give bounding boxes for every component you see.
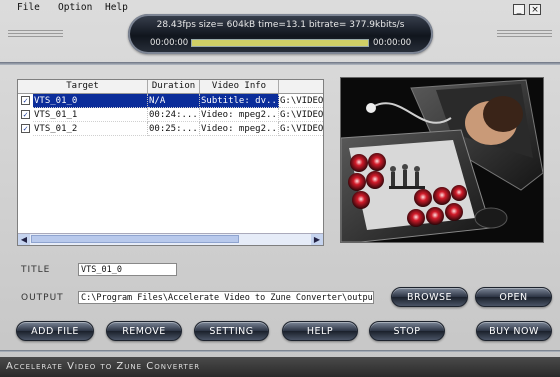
conversion-info-text: 28.43fps size= 604kB time=13.1 bitrate= … <box>156 20 405 30</box>
setting-button[interactable]: SETTING <box>194 321 269 341</box>
progress-bar <box>191 39 369 47</box>
add-file-button[interactable]: ADD FILE <box>16 321 94 341</box>
column-header-path[interactable] <box>279 80 323 93</box>
cell-path: G:\VIDEO_ <box>279 110 323 122</box>
progress-fill <box>192 40 368 46</box>
title-input[interactable]: VTS_01_0 <box>78 263 177 276</box>
cell-path: G:\VIDEO_ <box>279 96 323 108</box>
cell-target: VTS_01_2 <box>33 122 148 136</box>
footer-divider <box>0 350 560 352</box>
minimize-button[interactable]: _ <box>513 4 525 15</box>
horizontal-scrollbar[interactable]: ◀ ▶ <box>18 233 323 245</box>
column-header-duration[interactable]: Duration <box>148 80 200 93</box>
column-header-video-info[interactable]: Video Info <box>200 80 279 93</box>
cell-path: G:\VIDEO_ <box>279 124 323 136</box>
output-label: OUTPUT <box>21 293 64 303</box>
cell-target: VTS_01_1 <box>33 108 148 122</box>
video-preview-image <box>340 77 544 243</box>
cell-duration: 00:24:... <box>148 108 200 122</box>
open-button[interactable]: OPEN <box>475 287 552 307</box>
cell-video-info: Video: mpeg2... <box>200 108 279 122</box>
cell-video-info: Subtitle: dv... <box>200 94 279 108</box>
buy-now-button[interactable]: BUY NOW <box>476 321 552 341</box>
row-checkbox[interactable]: ✓ <box>21 96 30 105</box>
title-label: TITLE <box>21 265 51 275</box>
table-row[interactable]: ✓ VTS_01_2 00:25:... Video: mpeg2... G:\… <box>18 122 323 136</box>
help-button[interactable]: HELP <box>282 321 358 341</box>
column-header-target[interactable]: Target <box>18 80 148 93</box>
status-footer: Accelerate Video to Zune Converter <box>0 357 560 377</box>
scroll-right-arrow-icon[interactable]: ▶ <box>311 234 323 245</box>
elapsed-time: 00:00:00 <box>150 38 189 48</box>
scroll-left-arrow-icon[interactable]: ◀ <box>18 234 30 245</box>
table-header: Target Duration Video Info <box>18 80 323 94</box>
menu-option[interactable]: Option <box>58 2 92 13</box>
remove-button[interactable]: REMOVE <box>106 321 182 341</box>
total-time: 00:00:00 <box>373 38 412 48</box>
conversion-status-panel: 28.43fps size= 604kB time=13.1 bitrate= … <box>128 14 433 54</box>
row-checkbox[interactable]: ✓ <box>21 124 30 133</box>
cell-duration: N/A <box>148 94 200 108</box>
cell-duration: 00:25:... <box>148 122 200 136</box>
row-checkbox[interactable]: ✓ <box>21 110 30 119</box>
scroll-thumb[interactable] <box>31 235 239 243</box>
menu-help[interactable]: Help <box>105 2 128 13</box>
cell-video-info: Video: mpeg2... <box>200 122 279 136</box>
stop-button[interactable]: STOP <box>369 321 445 341</box>
menu-file[interactable]: File <box>17 2 40 13</box>
decorative-stripe-right <box>497 30 552 38</box>
file-list-table[interactable]: Target Duration Video Info ✓ VTS_01_0 N/… <box>17 79 324 246</box>
close-button[interactable]: × <box>529 4 541 15</box>
output-path-input[interactable]: C:\Program Files\Accelerate Video to Zun… <box>78 291 374 304</box>
header-divider <box>0 62 560 65</box>
cell-target: VTS_01_0 <box>33 94 148 108</box>
browse-button[interactable]: BROWSE <box>391 287 468 307</box>
app-name: Accelerate Video to Zune Converter <box>6 361 201 372</box>
table-row[interactable]: ✓ VTS_01_0 N/A Subtitle: dv... G:\VIDEO_ <box>18 94 323 108</box>
table-row[interactable]: ✓ VTS_01_1 00:24:... Video: mpeg2... G:\… <box>18 108 323 122</box>
decorative-stripe-left <box>8 30 63 38</box>
